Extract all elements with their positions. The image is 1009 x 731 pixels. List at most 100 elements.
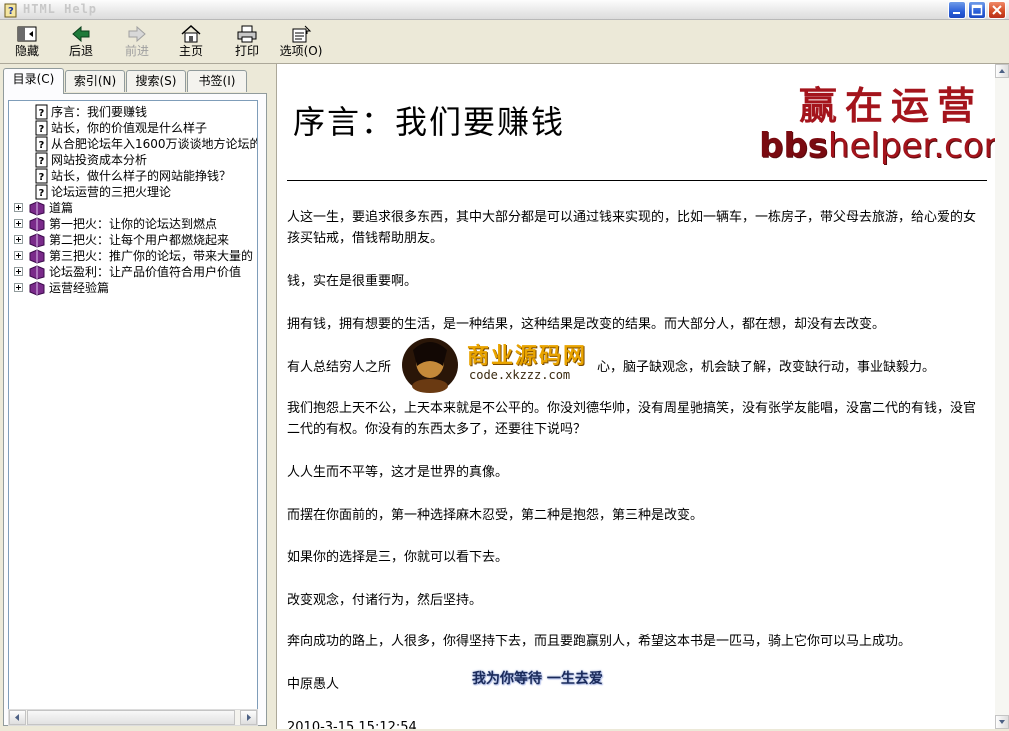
- tree-topic-label: 从合肥论坛年入1600万谈谈地方论坛的: [51, 137, 258, 151]
- logo-chinese: 赢在运营: [799, 83, 984, 128]
- tree-book-label: 道篇: [49, 201, 74, 215]
- book-icon: [29, 217, 45, 232]
- date: 2010-3-15 15:12:54: [287, 720, 417, 729]
- back-arrow-icon: [72, 25, 90, 43]
- help-book-icon: ?: [4, 3, 17, 18]
- paragraph: 改变观念，付诸行为，然后坚持。: [287, 593, 483, 608]
- tree-topic[interactable]: ? 站长，你的价值观是什么样子: [9, 120, 257, 136]
- tree-topic-label: 论坛运营的三把火理论: [51, 185, 172, 199]
- expand-icon[interactable]: [14, 219, 23, 228]
- paragraph: 而摆在你面前的，第一种选择麻木忍受，第二种是抱怨，第三种是改变。: [287, 508, 704, 523]
- arrow-down-icon: [999, 720, 1005, 724]
- scroll-up-button[interactable]: [995, 64, 1009, 78]
- scroll-down-button[interactable]: [995, 715, 1009, 729]
- forward-label: 前进: [124, 44, 149, 58]
- tree-book-label: 第一把火：让你的论坛达到燃点: [49, 217, 218, 231]
- tree-book[interactable]: 第三把火：推广你的论坛，带来大量的: [9, 248, 257, 264]
- scroll-thumb[interactable]: [27, 710, 235, 725]
- tree-book[interactable]: 运营经验篇: [9, 280, 257, 296]
- logo-domain: helper.com: [827, 126, 1009, 166]
- tree-book[interactable]: 第一把火：让你的论坛达到燃点: [9, 216, 257, 232]
- expand-icon[interactable]: [14, 235, 23, 244]
- logo-english: bbshelper.com: [759, 126, 1009, 166]
- tree-horizontal-scrollbar[interactable]: [8, 709, 258, 726]
- tab-bookmarks[interactable]: 书签(I): [187, 70, 247, 92]
- expand-icon[interactable]: [14, 251, 23, 260]
- tree-topic[interactable]: ? 序言：我们要赚钱: [9, 104, 257, 120]
- print-label: 打印: [234, 44, 259, 58]
- paragraph: 有人总结穷人之所 心，脑子缺观念，机会缺了解，改变缺行动，事业缺毅力。: [287, 357, 983, 378]
- contents-tree[interactable]: ? 序言：我们要赚钱 ? 站长，你的价值观是什么样子 ? 从合肥论坛年入1600…: [8, 100, 258, 710]
- tree-topic[interactable]: ? 从合肥论坛年入1600万谈谈地方论坛的: [9, 136, 258, 152]
- tree-topic-label: 站长，做什么样子的网站能挣钱？: [51, 169, 232, 183]
- book-icon: [29, 249, 45, 264]
- svg-text:?: ?: [39, 188, 45, 199]
- tab-contents[interactable]: 目录(C): [3, 68, 64, 94]
- print-button[interactable]: 打印: [222, 22, 272, 62]
- expand-icon[interactable]: [14, 283, 23, 292]
- tree-topic[interactable]: ? 站长，做什么样子的网站能挣钱？: [9, 168, 257, 184]
- options-button[interactable]: 选项(O): [276, 22, 326, 62]
- title-bar[interactable]: ? HTML Help: [0, 0, 1009, 20]
- scroll-right-button[interactable]: [240, 710, 257, 725]
- tree-topic-label: 站长，你的价值观是什么样子: [51, 121, 208, 135]
- book-icon: [29, 281, 45, 296]
- topic-content: 序言：我们要赚钱 赢在运营 bbshelper.com 人这一生，要追求很多东西…: [276, 64, 1009, 729]
- help-page-icon: ?: [35, 120, 48, 136]
- tree-book[interactable]: 论坛盈利：让产品价值符合用户价值: [9, 264, 257, 280]
- book-icon: [29, 233, 45, 248]
- minimize-icon: [953, 12, 960, 14]
- expand-icon[interactable]: [14, 267, 23, 276]
- signature: 中原愚人: [287, 677, 340, 692]
- hide-pane-icon: [17, 26, 37, 42]
- watermark-site-name: 商业源码网: [467, 344, 588, 369]
- back-button[interactable]: 后退: [56, 22, 106, 62]
- svg-text:?: ?: [39, 140, 45, 151]
- help-page-icon: ?: [35, 136, 48, 152]
- paragraph-end: 心，脑子缺观念，机会缺了解，改变缺行动，事业缺毅力。: [597, 360, 936, 375]
- arrow-right-icon: [247, 714, 251, 721]
- tab-search[interactable]: 搜索(S): [126, 70, 186, 92]
- forward-button[interactable]: 前进: [112, 22, 162, 62]
- tree-book-label: 第三把火：推广你的论坛，带来大量的: [49, 249, 254, 263]
- window-title: HTML Help: [23, 2, 98, 16]
- navigation-pane: 目录(C) 索引(N) 搜索(S) 书签(I) ? 序言：我们要赚钱 ? 站长，…: [0, 64, 270, 729]
- watermark-portrait-icon: [402, 338, 458, 393]
- hide-label: 隐藏: [14, 44, 39, 58]
- tree-book-label: 第二把火：让每个用户都燃烧起来: [49, 233, 230, 247]
- close-button[interactable]: [988, 1, 1006, 19]
- tree-book[interactable]: 第二把火：让每个用户都燃烧起来: [9, 232, 257, 248]
- minimize-button[interactable]: [948, 1, 966, 19]
- home-label: 主页: [178, 44, 203, 58]
- svg-text:?: ?: [39, 172, 45, 183]
- paragraph: 人这一生，要追求很多东西，其中大部分都是可以通过钱来实现的，比如一辆车，一栋房子…: [287, 210, 977, 246]
- hide-button[interactable]: 隐藏: [2, 22, 52, 62]
- maximize-icon: [971, 4, 983, 16]
- paragraph: 拥有钱，拥有想要的生活，是一种结果，这种结果是改变的结果。而大部分人，都在想，却…: [287, 317, 886, 332]
- html-help-window: ? HTML Help 隐藏 后退 前进 主页 打印 选项(O) 目录(C) 索…: [0, 0, 1009, 729]
- tab-index[interactable]: 索引(N): [65, 70, 125, 92]
- home-button[interactable]: 主页: [166, 22, 216, 62]
- toolbar: 隐藏 后退 前进 主页 打印 选项(O): [0, 20, 1009, 64]
- help-page-icon: ?: [35, 152, 48, 168]
- arrow-up-icon: [999, 69, 1005, 73]
- tree-topic[interactable]: ? 网站投资成本分析: [9, 152, 257, 168]
- book-icon: [29, 201, 45, 216]
- tree-topic[interactable]: ? 论坛运营的三把火理论: [9, 184, 257, 200]
- scroll-left-button[interactable]: [9, 710, 26, 725]
- maximize-button[interactable]: [968, 1, 986, 19]
- paragraph-start: 有人总结穷人之所: [287, 360, 392, 375]
- svg-text:?: ?: [39, 124, 45, 135]
- tree-topic-label: 序言：我们要赚钱: [51, 105, 148, 119]
- watermark-slogan: 我为你等待 一生去爱: [472, 671, 603, 687]
- printer-icon: [237, 25, 257, 43]
- content-vertical-scrollbar[interactable]: [995, 64, 1009, 729]
- svg-text:?: ?: [39, 108, 45, 119]
- back-label: 后退: [68, 44, 93, 58]
- tree-book[interactable]: 道篇: [9, 200, 257, 216]
- arrow-left-icon: [15, 714, 19, 721]
- paragraph: 如果你的选择是三，你就可以看下去。: [287, 550, 509, 565]
- expand-icon[interactable]: [14, 203, 23, 212]
- svg-text:?: ?: [39, 156, 45, 167]
- tree-book-label: 论坛盈利：让产品价值符合用户价值: [49, 265, 242, 279]
